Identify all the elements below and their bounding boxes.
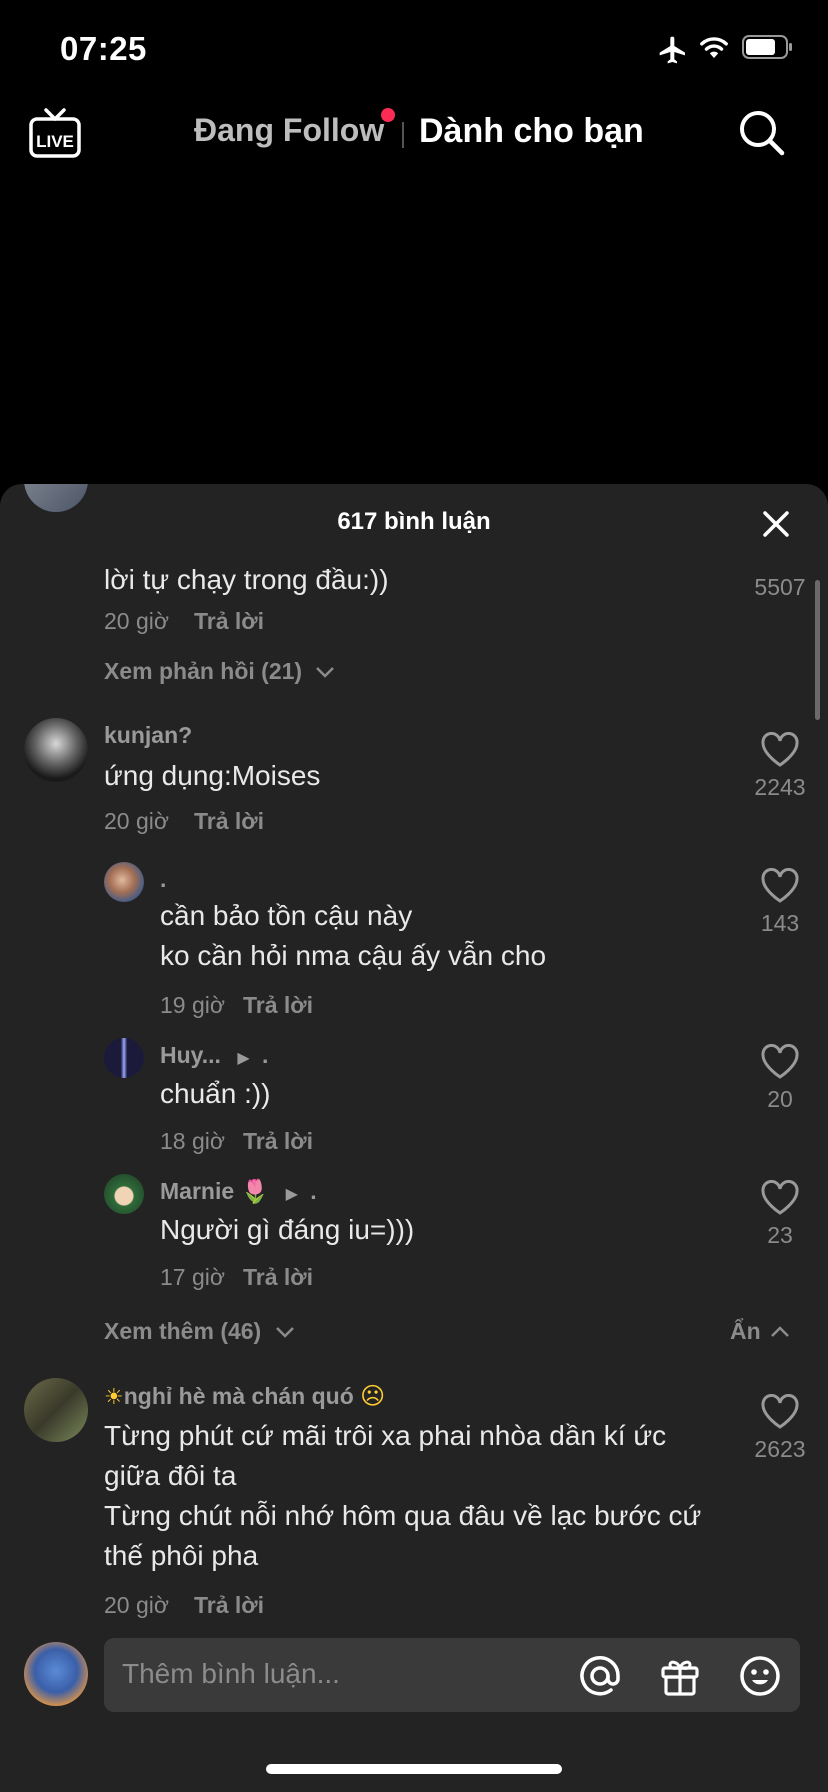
comment-username[interactable]: ☀nghỉ hè mà chán quó ☹ bbox=[104, 1382, 385, 1411]
reply-arrow-icon: ▶ bbox=[285, 1186, 298, 1203]
reply-username-label: Marnie 🌷 bbox=[160, 1178, 270, 1204]
reply-text: chuẩn :)) bbox=[160, 1078, 271, 1109]
reply-button[interactable]: Trả lời bbox=[243, 992, 313, 1019]
my-avatar[interactable] bbox=[24, 1642, 88, 1706]
avatar[interactable] bbox=[24, 718, 88, 782]
chevron-down-icon bbox=[316, 667, 335, 678]
search-icon[interactable] bbox=[737, 108, 787, 158]
reply-button[interactable]: Trả lời bbox=[194, 808, 264, 835]
heart-icon[interactable] bbox=[760, 1180, 800, 1216]
like-count: 2623 bbox=[754, 1436, 806, 1462]
view-more-button[interactable]: Xem thêm (46) bbox=[104, 1318, 296, 1345]
heart-icon[interactable] bbox=[760, 868, 800, 904]
battery-icon bbox=[742, 35, 792, 59]
view-replies-label: Xem phản hồi (21) bbox=[104, 658, 303, 684]
reply-text-line: cần bảo tồn cậu này bbox=[160, 900, 413, 931]
comment-input[interactable]: Thêm bình luận... bbox=[104, 1638, 800, 1712]
comments-count-title: 617 bình luận bbox=[337, 508, 491, 535]
reply-username[interactable]: Huy... ▶ . bbox=[160, 1042, 268, 1069]
replied-to-user[interactable]: . bbox=[310, 1178, 316, 1204]
live-tv-icon: LIVE bbox=[29, 108, 81, 158]
replied-to-user[interactable]: . bbox=[262, 1042, 268, 1068]
wifi-icon bbox=[700, 37, 728, 59]
reply-time: 18 giờ bbox=[160, 1128, 225, 1154]
live-label: LIVE bbox=[36, 132, 74, 151]
reply-button[interactable]: Trả lời bbox=[194, 608, 264, 635]
comment-placeholder: Thêm bình luận... bbox=[122, 1658, 340, 1689]
comment-time: 20 giờ bbox=[104, 1592, 169, 1618]
heart-icon[interactable] bbox=[760, 1394, 800, 1430]
sad-face-emoji-icon: ☹ bbox=[360, 1383, 386, 1410]
comments-sheet: 617 bình luận lời tự chạy trong đầu:)) 2… bbox=[0, 484, 828, 1792]
live-button[interactable]: LIVE bbox=[28, 108, 82, 160]
like-count: 2243 bbox=[754, 774, 806, 800]
comment-time: 20 giờ bbox=[104, 808, 169, 834]
tab-divider bbox=[402, 122, 404, 148]
comment-text-line: Từng chút nỗi nhớ hôm qua đâu về lạc bướ… bbox=[104, 1500, 702, 1531]
comment-username-label: nghỉ hè mà chán quó bbox=[123, 1383, 354, 1409]
reply-time: 17 giờ bbox=[160, 1264, 225, 1290]
notification-dot bbox=[381, 108, 395, 122]
view-more-label: Xem thêm (46) bbox=[104, 1318, 262, 1344]
sun-emoji-icon: ☀ bbox=[104, 1384, 124, 1409]
reply-username-label: Huy... bbox=[160, 1042, 221, 1068]
reply-username[interactable]: . bbox=[160, 866, 166, 893]
hide-replies-button[interactable]: Ẩn bbox=[730, 1318, 791, 1345]
like-count: 23 bbox=[767, 1222, 793, 1248]
mention-icon[interactable] bbox=[578, 1654, 622, 1698]
reply-button[interactable]: Trả lời bbox=[243, 1264, 313, 1291]
comment-username[interactable]: kunjan? bbox=[104, 722, 192, 749]
heart-icon[interactable] bbox=[760, 1044, 800, 1080]
reply-button[interactable]: Trả lời bbox=[194, 1592, 264, 1619]
view-replies-button[interactable]: Xem phản hồi (21) bbox=[104, 658, 336, 685]
status-time: 07:25 bbox=[60, 30, 147, 67]
home-indicator[interactable] bbox=[266, 1764, 562, 1774]
heart-icon[interactable] bbox=[760, 732, 800, 768]
emoji-icon[interactable] bbox=[738, 1654, 782, 1698]
comment-time: 20 giờ bbox=[104, 608, 169, 634]
scrollbar[interactable] bbox=[815, 580, 820, 720]
reply-username[interactable]: Marnie 🌷 ▶ . bbox=[160, 1178, 317, 1205]
like-count: 143 bbox=[760, 910, 800, 936]
avatar[interactable] bbox=[104, 1174, 144, 1214]
chevron-up-icon bbox=[771, 1326, 789, 1337]
reply-time: 19 giờ bbox=[160, 992, 225, 1018]
chevron-down-icon bbox=[275, 1327, 294, 1338]
comment-text: ứng dụng:Moises bbox=[104, 760, 321, 791]
avatar[interactable] bbox=[24, 1378, 88, 1442]
comment-text-line: Từng phút cứ mãi trôi xa phai nhòa dần k… bbox=[104, 1420, 667, 1451]
reply-text: Người gì đáng iu=))) bbox=[160, 1214, 415, 1245]
comment-text-line: thế phôi pha bbox=[104, 1540, 259, 1571]
comment-text-line: giữa đôi ta bbox=[104, 1460, 237, 1491]
reply-button[interactable]: Trả lời bbox=[243, 1128, 313, 1155]
avatar[interactable] bbox=[104, 1038, 144, 1078]
tab-for-you[interactable]: Dành cho bạn bbox=[419, 112, 644, 151]
like-count: 20 bbox=[767, 1086, 793, 1112]
hide-label: Ẩn bbox=[730, 1318, 761, 1344]
gift-icon[interactable] bbox=[658, 1654, 702, 1698]
tab-following[interactable]: Đang Follow bbox=[194, 112, 384, 149]
comment-text: lời tự chạy trong đầu:)) bbox=[104, 564, 389, 595]
reply-text-line: ko cần hỏi nma cậu ấy vẫn cho bbox=[160, 940, 547, 971]
reply-arrow-icon: ▶ bbox=[237, 1050, 250, 1067]
close-icon[interactable] bbox=[760, 508, 792, 540]
airplane-mode-icon bbox=[659, 36, 685, 64]
like-count: 5507 bbox=[754, 574, 806, 600]
avatar[interactable] bbox=[104, 862, 144, 902]
